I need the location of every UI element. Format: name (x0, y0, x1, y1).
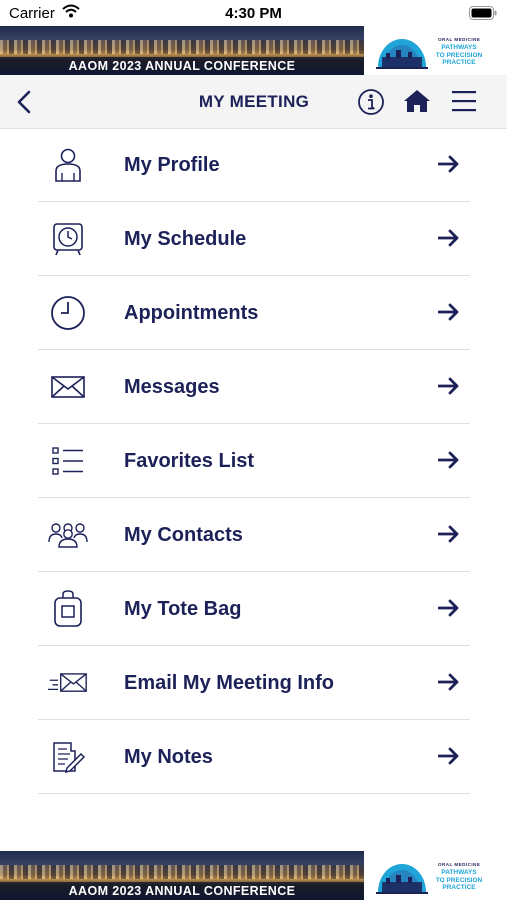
banner-skyline-image: AAOM 2023 ANNUAL CONFERENCE (0, 851, 364, 900)
conference-banner-top[interactable]: AAOM 2023 ANNUAL CONFERENCE ORAL MEDICIN… (0, 26, 507, 75)
menu-item-my-tote-bag[interactable]: My Tote Bag (38, 572, 470, 646)
menu-item-label: Appointments (124, 302, 259, 324)
arrow-right-icon (437, 303, 460, 326)
dome-logo-icon (376, 39, 428, 69)
menu-item-my-notes[interactable]: My Notes (38, 720, 470, 794)
menu-item-label: My Profile (124, 154, 220, 176)
banner-skyline-image: AAOM 2023 ANNUAL CONFERENCE (0, 26, 364, 75)
home-icon (404, 90, 430, 112)
menu-item-label: Messages (124, 376, 220, 398)
conference-logo: ORAL MEDICINE PATHWAYS TO PRECISION PRAC… (376, 31, 504, 71)
battery-icon (469, 6, 497, 25)
menu-item-email-my-meeting-info[interactable]: Email My Meeting Info (38, 646, 470, 720)
home-button[interactable] (403, 89, 431, 118)
menu-item-my-profile[interactable]: My Profile (38, 128, 470, 202)
menu-item-label: My Schedule (124, 228, 247, 250)
logo-small-text: ORAL MEDICINE (438, 862, 481, 867)
hamburger-icon (452, 91, 476, 112)
arrow-right-icon (437, 155, 460, 178)
tote-bag-icon (48, 589, 88, 629)
status-bar: Carrier 4:30 PM (0, 0, 507, 26)
person-icon (48, 145, 88, 185)
navigation-bar: MY MEETING (0, 75, 507, 129)
chevron-left-icon (17, 90, 31, 114)
checklist-icon (48, 441, 88, 481)
menu-item-favorites-list[interactable]: Favorites List (38, 424, 470, 498)
hamburger-menu-button[interactable] (452, 90, 476, 117)
logo-tagline: PATHWAYS TO PRECISION PRACTICE (435, 44, 483, 66)
menu-item-my-contacts[interactable]: My Contacts (38, 498, 470, 572)
meeting-menu-list: My Profile My Schedule Appointments Mess… (38, 128, 470, 794)
menu-item-my-schedule[interactable]: My Schedule (38, 202, 470, 276)
status-time: 4:30 PM (225, 5, 282, 22)
banner-title: AAOM 2023 ANNUAL CONFERENCE (68, 59, 296, 73)
info-button[interactable] (357, 88, 385, 121)
arrow-right-icon (437, 747, 460, 770)
dome-logo-icon (376, 864, 428, 894)
menu-item-label: My Tote Bag (124, 598, 242, 620)
info-icon (358, 89, 384, 115)
logo-tagline: PATHWAYS TO PRECISION PRACTICE (435, 869, 483, 891)
menu-item-label: My Contacts (124, 524, 243, 546)
alarm-clock-icon (48, 219, 88, 259)
conference-logo: ORAL MEDICINE PATHWAYS TO PRECISION PRAC… (376, 856, 504, 896)
menu-item-appointments[interactable]: Appointments (38, 276, 470, 350)
arrow-right-icon (437, 673, 460, 696)
notes-icon (48, 737, 88, 777)
menu-item-messages[interactable]: Messages (38, 350, 470, 424)
group-icon (48, 515, 88, 555)
envelope-icon (48, 367, 88, 407)
send-mail-icon (48, 663, 88, 703)
menu-item-label: My Notes (124, 746, 213, 768)
arrow-right-icon (437, 599, 460, 622)
arrow-right-icon (437, 525, 460, 548)
logo-small-text: ORAL MEDICINE (438, 37, 481, 42)
menu-item-label: Favorites List (124, 450, 255, 472)
conference-banner-bottom[interactable]: AAOM 2023 ANNUAL CONFERENCE ORAL MEDICIN… (0, 851, 507, 900)
back-button[interactable] (12, 88, 38, 116)
page-title: MY MEETING (198, 92, 310, 111)
menu-item-label: Email My Meeting Info (124, 672, 335, 694)
clock-icon (48, 293, 88, 333)
banner-title: AAOM 2023 ANNUAL CONFERENCE (68, 884, 296, 898)
arrow-right-icon (437, 229, 460, 252)
arrow-right-icon (437, 451, 460, 474)
arrow-right-icon (437, 377, 460, 400)
